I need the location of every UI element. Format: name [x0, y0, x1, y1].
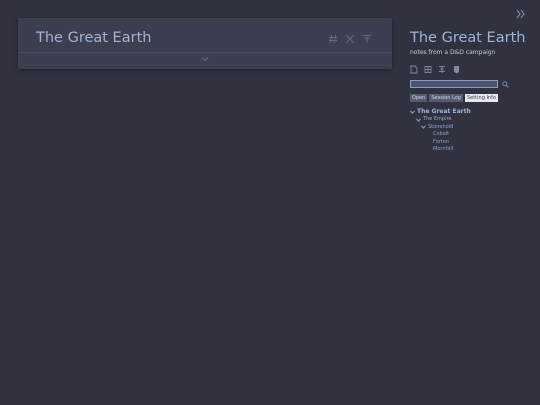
tab-session-log[interactable]: Session Log — [429, 94, 463, 102]
toc-item-mornfall[interactable]: Mornfall — [410, 146, 530, 154]
toc-item-stonehold[interactable]: Stonehold — [410, 124, 530, 132]
toc-label: Stonehold — [428, 123, 454, 130]
chevron-right-icon[interactable] — [516, 4, 525, 19]
app-window: The Great Earth The Great Earth notes fr… — [0, 0, 540, 405]
chevron-down-icon[interactable] — [416, 118, 421, 122]
tab-setting-info[interactable]: Setting Info — [464, 94, 498, 102]
fold-all-icon[interactable] — [438, 65, 446, 74]
toc-label: The Great Earth — [417, 108, 471, 115]
tab-open[interactable]: Open — [410, 94, 428, 102]
sidebar: The Great Earth notes from a D&D campaig… — [410, 30, 530, 154]
toc-label: The Empire — [423, 116, 452, 122]
chevron-down-icon[interactable] — [200, 55, 210, 63]
search-input[interactable] — [410, 80, 498, 88]
control-panel-icon[interactable] — [424, 65, 432, 74]
close-others-icon[interactable] — [362, 34, 372, 44]
site-subtitle: notes from a D&D campaign — [410, 49, 496, 56]
tag-manager-icon[interactable] — [452, 65, 460, 74]
tiddler-title[interactable]: The Great Earth — [36, 30, 151, 46]
chevron-down-icon[interactable] — [410, 110, 415, 114]
new-tiddler-icon[interactable] — [410, 65, 418, 74]
tiddler-frame: The Great Earth — [18, 18, 392, 69]
table-of-contents: The Great Earth The Empire Stonehold Cob… — [410, 108, 530, 154]
toc-item-forton[interactable]: Forton — [410, 139, 530, 147]
tiddler-divider — [18, 52, 392, 53]
sidebar-tabs: Open Session Log Setting Info — [410, 94, 530, 102]
page-controls — [410, 65, 530, 74]
tiddler-toolbar — [328, 34, 372, 44]
toc-item-cobalt[interactable]: Cobalt — [410, 131, 530, 139]
search-icon[interactable] — [501, 80, 509, 88]
search-bar — [410, 80, 530, 88]
chevron-down-icon[interactable] — [421, 125, 426, 130]
site-title: The Great Earth — [410, 30, 526, 46]
toc-item-the-great-earth[interactable]: The Great Earth — [410, 108, 530, 116]
hashtag-icon[interactable] — [328, 34, 338, 44]
toc-item-the-empire[interactable]: The Empire — [410, 116, 530, 124]
close-icon[interactable] — [345, 34, 355, 44]
